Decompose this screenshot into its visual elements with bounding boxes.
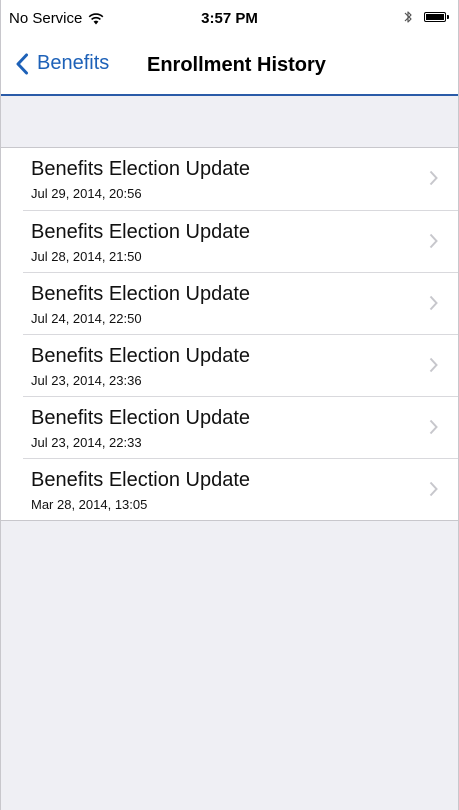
status-time: 3:57 PM	[201, 10, 258, 27]
list-item-title: Benefits Election Update	[31, 469, 251, 491]
chevron-right-icon	[429, 295, 438, 311]
list-item-title: Benefits Election Update	[31, 407, 251, 429]
back-button-label: Benefits	[37, 52, 110, 74]
list-item[interactable]: Benefits Election Update Mar 28, 2014, 1…	[1, 458, 458, 520]
enrollment-history-list: Benefits Election Update Jul 29, 2014, 2…	[1, 147, 458, 521]
list-item-title: Benefits Election Update	[31, 283, 251, 305]
list-item[interactable]: Benefits Election Update Jul 29, 2014, 2…	[1, 148, 458, 210]
list-item-date: Jul 23, 2014, 22:33	[31, 435, 142, 450]
list-item-date: Jul 28, 2014, 21:50	[31, 249, 142, 264]
list-item[interactable]: Benefits Election Update Jul 23, 2014, 2…	[1, 396, 458, 458]
page-title: Enrollment History	[147, 54, 326, 76]
list-item-content: Benefits Election Update Mar 28, 2014, 1…	[23, 458, 458, 520]
list-item-date: Jul 23, 2014, 23:36	[31, 373, 142, 388]
status-bar: No Service 3:57 PM	[1, 0, 458, 38]
list-item-title: Benefits Election Update	[31, 158, 251, 180]
navigation-bar: Benefits Enrollment History	[1, 38, 458, 96]
list-item-content: Benefits Election Update Jul 28, 2014, 2…	[23, 210, 458, 272]
list-item-content: Benefits Election Update Jul 29, 2014, 2…	[23, 148, 458, 210]
chevron-right-icon	[429, 481, 438, 497]
chevron-right-icon	[429, 170, 438, 186]
chevron-left-icon	[16, 53, 28, 74]
list-item-date: Mar 28, 2014, 13:05	[31, 497, 148, 512]
chevron-right-icon	[429, 357, 438, 373]
chevron-right-icon	[429, 419, 438, 435]
list-item[interactable]: Benefits Election Update Jul 28, 2014, 2…	[1, 210, 458, 272]
list-item-content: Benefits Election Update Jul 23, 2014, 2…	[23, 334, 458, 396]
status-right	[402, 9, 449, 25]
list-item-content: Benefits Election Update Jul 24, 2014, 2…	[23, 272, 458, 334]
back-button[interactable]: Benefits	[15, 52, 109, 75]
bluetooth-icon	[404, 11, 412, 23]
battery-fill	[426, 14, 444, 20]
chevron-right-icon	[429, 233, 438, 249]
screen: No Service 3:57 PM Benefits Enrollment H…	[0, 0, 459, 810]
list-item-title: Benefits Election Update	[31, 345, 251, 367]
list-item[interactable]: Benefits Election Update Jul 23, 2014, 2…	[1, 334, 458, 396]
battery-icon	[424, 12, 449, 22]
list-item-title: Benefits Election Update	[31, 221, 251, 243]
list-item-content: Benefits Election Update Jul 23, 2014, 2…	[23, 396, 458, 458]
list-item-date: Jul 29, 2014, 20:56	[31, 186, 142, 201]
battery-tip	[447, 15, 449, 19]
list-item-date: Jul 24, 2014, 22:50	[31, 311, 142, 326]
list-item[interactable]: Benefits Election Update Jul 24, 2014, 2…	[1, 272, 458, 334]
